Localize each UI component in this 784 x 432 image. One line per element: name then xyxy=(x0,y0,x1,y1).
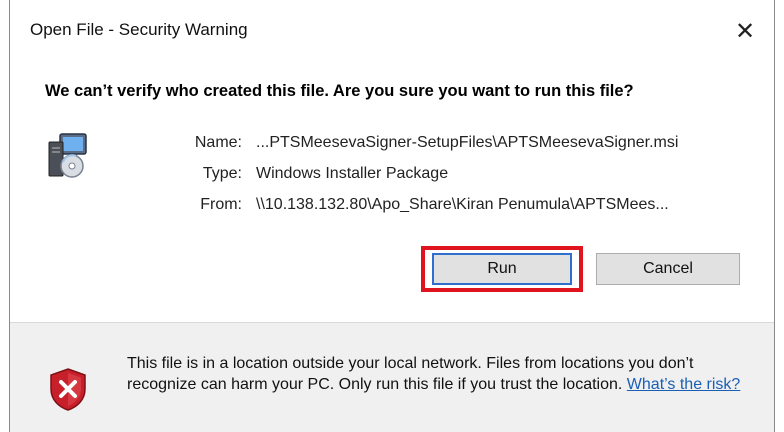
title-bar: Open File - Security Warning ✕ xyxy=(10,0,774,64)
warning-text: This file is in a location outside your … xyxy=(127,355,694,393)
close-icon: ✕ xyxy=(734,17,756,45)
type-value: Windows Installer Package xyxy=(256,165,449,182)
dialog-body: We can’t verify who created this file. A… xyxy=(10,64,774,322)
name-label: Name: xyxy=(194,134,242,151)
type-label: Type: xyxy=(202,165,242,182)
type-row: Type: Windows Installer Package xyxy=(160,165,448,189)
from-row: From: \\10.138.132.80\Apo_Share\Kiran Pen… xyxy=(160,196,669,220)
close-button[interactable]: ✕ xyxy=(728,14,762,48)
cancel-button[interactable]: Cancel xyxy=(596,253,740,285)
security-warning-dialog: Open File - Security Warning ✕ We can’t … xyxy=(9,0,775,432)
whats-the-risk-link[interactable]: What’s the risk? xyxy=(627,376,741,393)
name-value: ...PTSMeesevaSigner-SetupFiles\APTSMeese… xyxy=(256,134,679,151)
installer-package-icon xyxy=(48,133,87,178)
run-button[interactable]: Run xyxy=(432,253,572,285)
warning-footer: This file is in a location outside your … xyxy=(10,322,774,432)
warning-message: This file is in a location outside your … xyxy=(127,353,757,395)
security-shield-icon xyxy=(50,368,86,411)
name-row: Name: ...PTSMeesevaSigner-SetupFiles\APTS… xyxy=(160,134,679,158)
warning-question: We can’t verify who created this file. A… xyxy=(45,82,634,100)
from-value: \\10.138.132.80\Apo_Share\Kiran Penumula… xyxy=(256,196,669,213)
window-title: Open File - Security Warning xyxy=(30,20,248,39)
from-label: From: xyxy=(200,196,242,213)
